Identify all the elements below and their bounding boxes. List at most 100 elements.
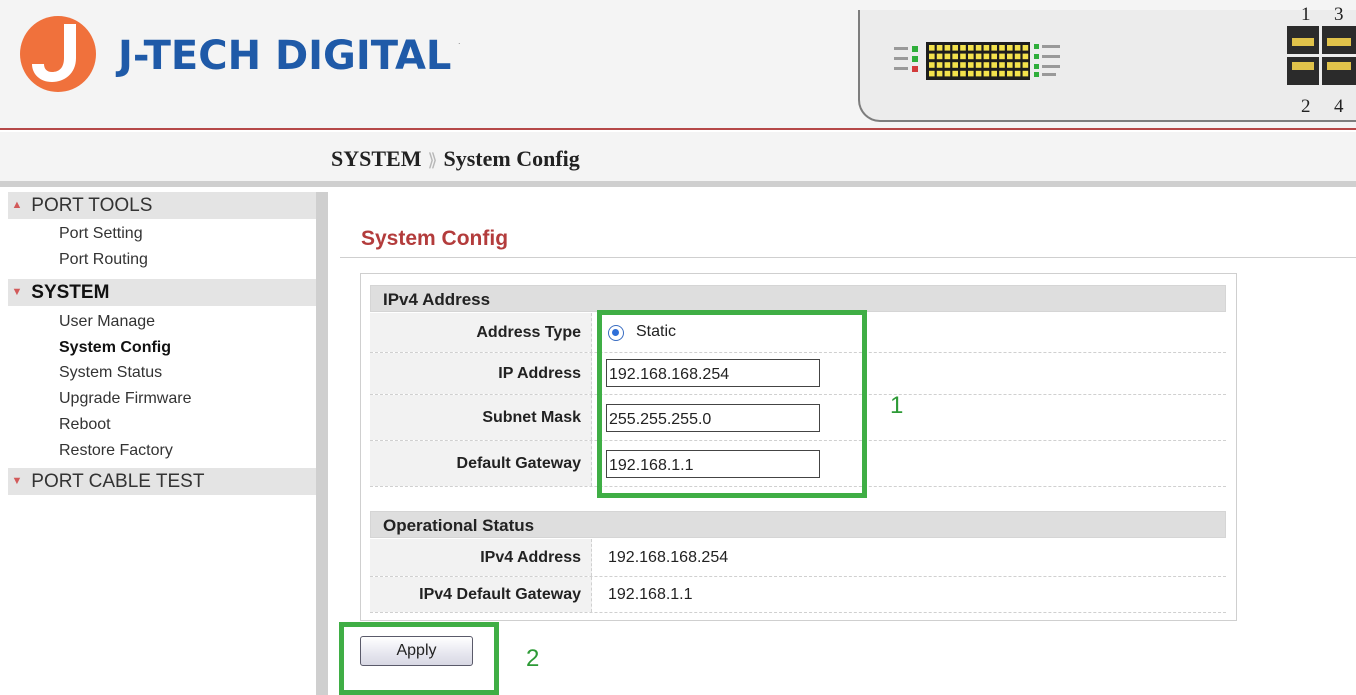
collapse-triangle-icon: ▲ (11, 199, 23, 212)
device-led (999, 62, 1005, 68)
operational-status-heading: Operational Status (370, 511, 1226, 538)
device-led (1022, 70, 1029, 77)
device-led (1007, 45, 1013, 51)
device-led (929, 62, 935, 68)
field-label: IPv4 Address (370, 539, 592, 576)
expand-triangle-icon: ▼ (11, 286, 23, 299)
device-led (1014, 53, 1021, 60)
device-led (983, 53, 990, 60)
breadcrumb-bar: SYSTEM ⟫ System Config (0, 132, 1356, 187)
status-gateway-row: IPv4 Default Gateway 192.168.1.1 (370, 577, 1226, 613)
ipv4-section-heading: IPv4 Address (370, 285, 1226, 312)
device-led (975, 53, 982, 60)
breadcrumb-section[interactable]: SYSTEM (331, 146, 421, 171)
annotation-number-2: 2 (526, 645, 540, 672)
device-led (936, 53, 943, 60)
header-banner: J-TECH DIGITAL . 1 3 2 4 (0, 0, 1356, 130)
device-led (983, 62, 990, 68)
sidebar-item-system-status[interactable]: System Status (59, 363, 162, 383)
device-led (936, 45, 943, 51)
device-led (929, 45, 935, 51)
sidebar-item-port-setting[interactable]: Port Setting (59, 224, 143, 244)
device-led (968, 45, 974, 51)
sidebar-item-port-routing[interactable]: Port Routing (59, 250, 148, 270)
device-led (991, 53, 997, 60)
annotation-box-2 (339, 622, 499, 695)
device-led (944, 53, 951, 60)
sidebar-group-label: SYSTEM (31, 282, 110, 303)
device-led (999, 70, 1005, 77)
device-led (1022, 53, 1029, 60)
status-ipv4-row: IPv4 Address 192.168.168.254 (370, 539, 1226, 577)
device-led (952, 53, 958, 60)
device-port-block: 1 3 2 4 (1285, 0, 1356, 128)
status-gateway-value: 192.168.1.1 (608, 585, 693, 603)
annotation-number-1: 1 (890, 392, 904, 419)
sidebar-group-system[interactable]: ▼ SYSTEM (8, 279, 316, 306)
title-divider (340, 257, 1356, 258)
breadcrumb-separator-icon: ⟫ (427, 150, 438, 170)
device-led (968, 53, 974, 60)
device-led (983, 70, 990, 77)
device-led (1014, 62, 1021, 68)
status-ipv4-value: 192.168.168.254 (608, 548, 729, 566)
device-led (991, 62, 997, 68)
sidebar-item-reboot[interactable]: Reboot (59, 415, 111, 435)
device-led (975, 62, 982, 68)
device-led (936, 70, 943, 77)
sidebar-item-user-manage[interactable]: User Manage (59, 312, 155, 332)
sidebar-group-label: PORT TOOLS (31, 195, 153, 216)
brand-logo-mark: . (458, 36, 461, 46)
device-led (1007, 53, 1013, 60)
device-led (991, 70, 997, 77)
sidebar-item-system-config[interactable]: System Config (59, 338, 171, 358)
field-label: IP Address (370, 353, 592, 394)
sidebar-group-label: PORT CABLE TEST (31, 471, 205, 492)
device-led (952, 45, 958, 51)
sidebar-group-port-tools[interactable]: ▲ PORT TOOLS (8, 192, 316, 219)
device-led (929, 70, 935, 77)
device-led (999, 53, 1005, 60)
device-led (968, 62, 974, 68)
device-led (1014, 45, 1021, 51)
device-led (1022, 45, 1029, 51)
device-led (936, 62, 943, 68)
page-title: System Config (361, 227, 509, 250)
expand-triangle-icon: ▼ (11, 475, 23, 488)
sidebar-divider (316, 192, 328, 695)
ethernet-port-icon (1287, 26, 1356, 85)
annotation-box-1 (597, 310, 867, 498)
device-led (944, 70, 951, 77)
port-number-label: 3 (1334, 4, 1344, 25)
device-led (960, 62, 966, 68)
field-label: Subnet Mask (370, 395, 592, 440)
field-label: Default Gateway (370, 441, 592, 486)
device-led (983, 45, 990, 51)
port-number-label: 1 (1301, 4, 1311, 25)
device-led (1007, 70, 1013, 77)
port-number-label: 2 (1301, 96, 1311, 117)
sidebar-item-upgrade-firmware[interactable]: Upgrade Firmware (59, 389, 191, 409)
breadcrumb: SYSTEM ⟫ System Config (331, 146, 580, 172)
device-led (1007, 62, 1013, 68)
device-led (1022, 62, 1029, 68)
field-label: IPv4 Default Gateway (370, 577, 592, 612)
device-led (999, 45, 1005, 51)
sidebar-group-port-cable-test[interactable]: ▼ PORT CABLE TEST (8, 468, 316, 495)
device-front-panel (858, 10, 1356, 122)
device-led (1014, 70, 1021, 77)
port-number-label: 4 (1334, 96, 1344, 117)
device-led (960, 45, 966, 51)
brand-logo: J-TECH DIGITAL . (18, 14, 478, 94)
device-led (960, 53, 966, 60)
device-led (960, 70, 966, 77)
device-led (952, 70, 958, 77)
device-led (991, 45, 997, 51)
device-led (968, 70, 974, 77)
brand-logo-icon (20, 16, 96, 92)
sidebar-item-restore-factory[interactable]: Restore Factory (59, 441, 173, 461)
field-label: Address Type (370, 313, 592, 352)
device-led-panel-icon (894, 42, 1060, 80)
breadcrumb-page: System Config (443, 146, 580, 171)
device-led (952, 62, 958, 68)
